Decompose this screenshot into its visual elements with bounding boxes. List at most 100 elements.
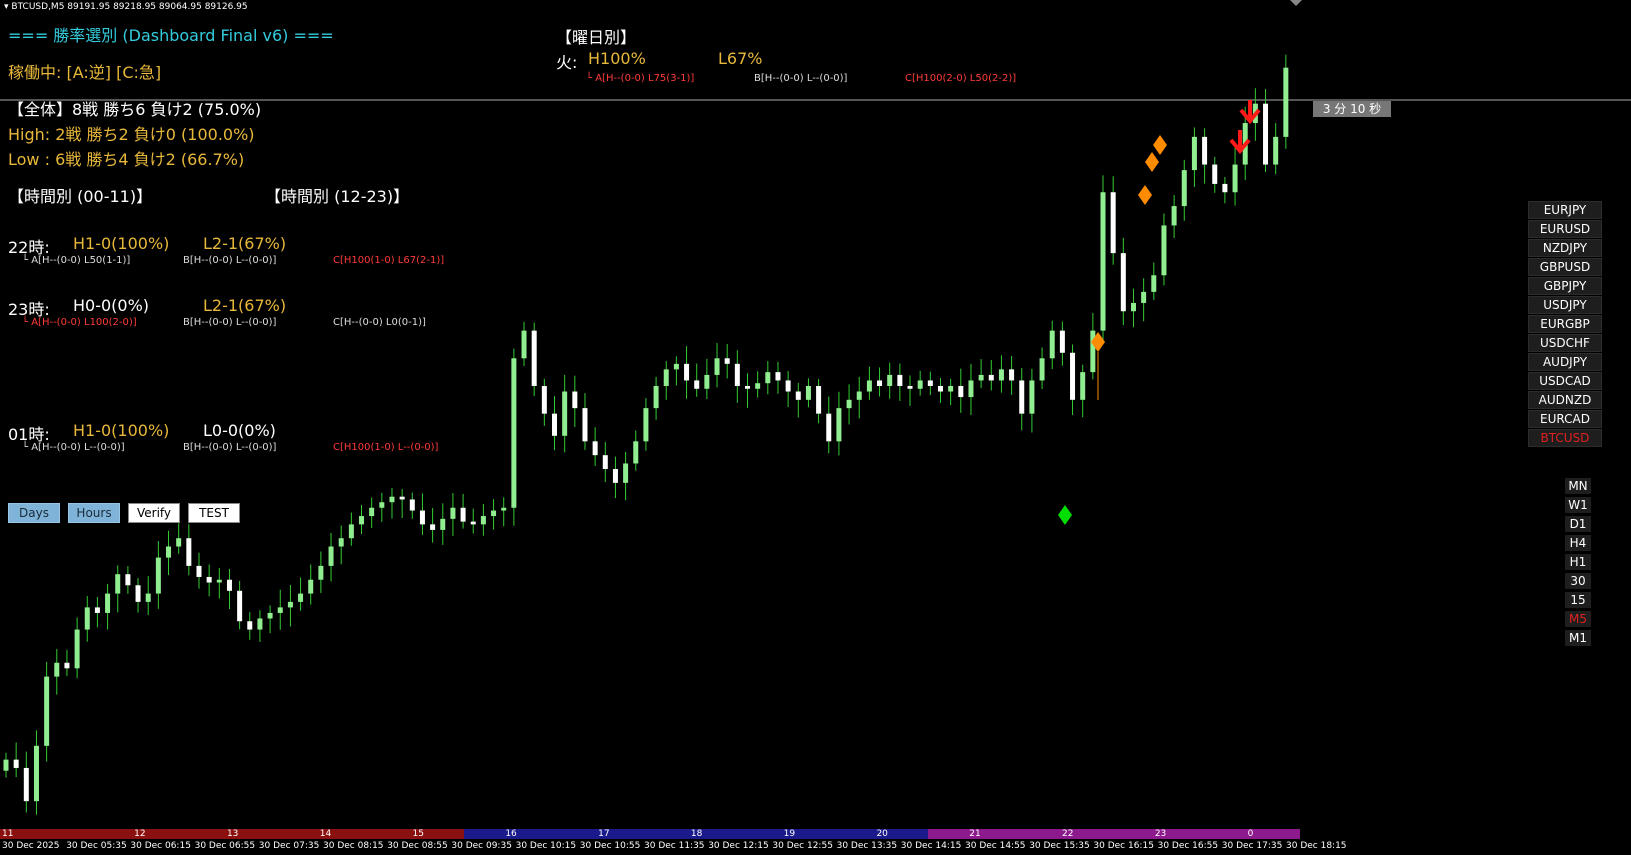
verify-button[interactable]: Verify	[128, 503, 180, 523]
timeframe-button-h4[interactable]: H4	[1565, 535, 1591, 551]
candle	[196, 552, 202, 589]
candle	[846, 384, 852, 425]
pair-button-eurcad[interactable]: EURCAD	[1528, 410, 1602, 428]
time-tick-label: 30 Dec 12:55	[772, 841, 833, 851]
timeframe-button-h1[interactable]: H1	[1565, 554, 1591, 570]
candle	[937, 377, 943, 403]
candle	[3, 752, 9, 778]
timeframe-button-15[interactable]: 15	[1565, 592, 1591, 608]
pair-button-eurusd[interactable]: EURUSD	[1528, 220, 1602, 238]
candle	[338, 525, 344, 565]
time-tick-label: 30 Dec 06:55	[194, 841, 256, 851]
candle	[470, 508, 476, 534]
candle	[125, 566, 131, 594]
pair-button-nzdjpy[interactable]: NZDJPY	[1528, 239, 1602, 257]
candle	[1181, 159, 1187, 221]
session-segment: 0	[1206, 829, 1300, 839]
candle	[592, 427, 598, 466]
hours-pm-title: 【時間別 (12-23)】	[265, 187, 410, 206]
candle	[23, 751, 29, 813]
summary-high: High: 2戦 勝ち2 負け0 (100.0%)	[8, 125, 255, 144]
candle	[968, 363, 974, 416]
hour-low-stat: L2-1(67%)	[203, 296, 287, 315]
hour-high-stat: H1-0(100%)	[73, 234, 170, 253]
hours-button[interactable]: Hours	[68, 503, 120, 523]
session-segment: 12	[92, 829, 187, 839]
candle	[836, 391, 842, 456]
time-tick-label: 30 Dec 08:55	[387, 841, 448, 851]
time-tick-label: 30 Dec 11:35	[644, 841, 705, 851]
candle	[1009, 356, 1015, 395]
pair-button-btcusd[interactable]: BTCUSD	[1528, 429, 1602, 447]
pair-button-usdcad[interactable]: USDCAD	[1528, 372, 1602, 390]
time-tick-label: 30 Dec 16:15	[1093, 841, 1154, 851]
candle	[176, 523, 182, 554]
session-segment: 22	[1020, 829, 1115, 839]
timeframe-button-m5[interactable]: M5	[1565, 611, 1591, 627]
pair-button-audjpy[interactable]: AUDJPY	[1528, 353, 1602, 371]
candle	[399, 488, 405, 519]
hour-high-stat: H0-0(0%)	[73, 296, 150, 315]
candle	[998, 355, 1004, 393]
candle	[612, 456, 618, 499]
candle	[1100, 175, 1106, 341]
candle	[775, 361, 781, 394]
candle	[94, 596, 100, 628]
candle	[816, 379, 822, 424]
candle	[643, 398, 649, 451]
candle	[155, 540, 161, 609]
session-segment: 14	[278, 829, 373, 839]
candle	[877, 367, 883, 397]
time-tick-label: 30 Dec 10:15	[515, 841, 577, 851]
pair-button-gbpjpy[interactable]: GBPJPY	[1528, 277, 1602, 295]
candle	[1019, 367, 1025, 431]
days-button[interactable]: Days	[8, 503, 60, 523]
candle	[755, 371, 761, 398]
session-segment: 20	[835, 829, 929, 839]
candle	[582, 393, 588, 450]
candle	[267, 605, 273, 634]
signal-diamond-orange	[1153, 135, 1167, 155]
test-button[interactable]: TEST	[188, 503, 240, 523]
candle	[785, 371, 791, 408]
pair-button-eurjpy[interactable]: EURJPY	[1528, 201, 1602, 219]
hour-b-stat: B[H--(0-0) L--(0-0)]	[183, 442, 277, 453]
pair-button-gbpusd[interactable]: GBPUSD	[1528, 258, 1602, 276]
weekday-low-stat: L67%	[718, 49, 763, 68]
pair-button-eurgbp[interactable]: EURGBP	[1528, 315, 1602, 333]
session-segment: 23	[1113, 829, 1208, 839]
timeframe-button-m1[interactable]: M1	[1565, 630, 1591, 646]
timeframe-button-w1[interactable]: W1	[1565, 497, 1591, 513]
time-tick-label: 30 Dec 08:15	[323, 841, 384, 851]
hour-c-stat: C[H100(1-0) L67(2-1)]	[333, 255, 445, 266]
candle	[562, 374, 568, 453]
candle	[298, 577, 304, 611]
candle	[1151, 262, 1157, 300]
time-tick-label: 30 Dec 15:35	[1029, 841, 1090, 851]
weekday-b-stat: B[H--(0-0) L--(0-0)]	[754, 73, 848, 84]
candle	[105, 583, 111, 630]
candle	[866, 366, 872, 400]
pair-button-usdchf[interactable]: USDCHF	[1528, 334, 1602, 352]
candle-timer-badge: 3 分 10 秒	[1313, 101, 1391, 117]
candle	[917, 370, 923, 396]
candle	[491, 499, 497, 530]
timeframe-button-d1[interactable]: D1	[1565, 516, 1591, 532]
candle	[1191, 127, 1197, 187]
time-tick-label: 30 Dec 14:55	[965, 841, 1026, 851]
hours-am-title: 【時間別 (00-11)】	[8, 187, 153, 206]
pair-button-audnzd[interactable]: AUDNZD	[1528, 391, 1602, 409]
candle	[318, 551, 324, 594]
candle	[1029, 368, 1035, 433]
timeframe-button-30[interactable]: 30	[1565, 573, 1591, 589]
pair-button-usdjpy[interactable]: USDJPY	[1528, 296, 1602, 314]
signal-diamond-green	[1058, 505, 1072, 525]
weekday-c-stat: C[H100(2-0) L50(2-2)]	[905, 73, 1017, 84]
candle	[511, 348, 517, 526]
candle	[186, 524, 192, 576]
candle	[166, 530, 172, 576]
candle	[247, 612, 253, 640]
candle	[54, 648, 60, 695]
timeframe-button-mn[interactable]: MN	[1565, 478, 1591, 494]
candle	[887, 362, 893, 399]
